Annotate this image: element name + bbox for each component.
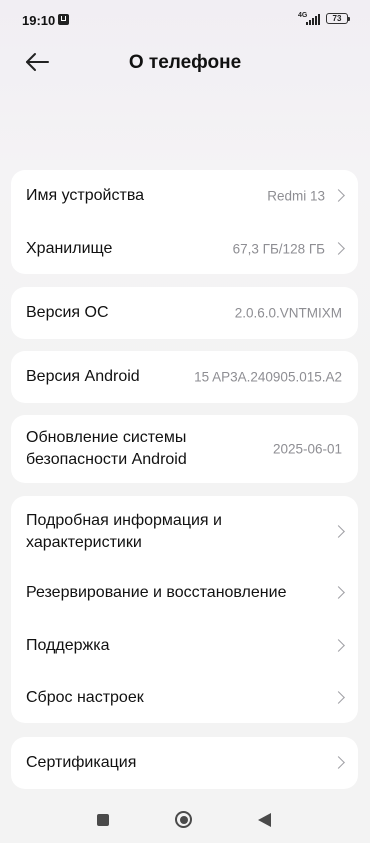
row-label: Имя устройства xyxy=(26,187,145,204)
row-support[interactable]: Поддержка xyxy=(11,620,358,672)
row-value: 67,3 ГБ/128 ГБ xyxy=(232,241,325,257)
row-value: 15 AP3A.240905.015.A2 xyxy=(194,369,342,385)
row-label: Сброс настроек xyxy=(26,689,144,706)
chevron-right-icon xyxy=(332,242,345,255)
page-title: О телефоне xyxy=(128,52,242,73)
row-device-name[interactable]: Имя устройства Redmi 13 xyxy=(11,170,358,222)
row-certification[interactable]: Сертификация xyxy=(11,737,358,789)
row-detailed-info[interactable]: Подробная информация и характеристики xyxy=(11,504,358,560)
row-label: Обновление системы безопасности Android xyxy=(26,429,187,468)
row-security-update[interactable]: Обновление системы безопасности Android … xyxy=(11,415,358,483)
row-os-version[interactable]: Версия ОС 2.0.6.0.VNTMIXM xyxy=(11,287,358,339)
triangle-back-icon[interactable] xyxy=(258,813,271,827)
row-value: Redmi 13 xyxy=(267,188,325,204)
row-label: Сертификация xyxy=(26,754,137,771)
circle-icon[interactable] xyxy=(175,811,192,828)
settings-card-device: Имя устройства Redmi 13 Хранилище 67,3 Г… xyxy=(11,170,358,274)
chevron-right-icon xyxy=(332,691,345,704)
chevron-right-icon xyxy=(332,189,345,202)
row-factory-reset[interactable]: Сброс настроек xyxy=(11,672,358,724)
status-time: 19:10 xyxy=(22,13,56,28)
chevron-right-icon xyxy=(332,756,345,769)
settings-card-certification: Сертификация xyxy=(11,737,358,789)
row-storage[interactable]: Хранилище 67,3 ГБ/128 ГБ xyxy=(11,223,358,275)
settings-card-os: Версия ОС 2.0.6.0.VNTMIXM xyxy=(11,287,358,339)
chevron-right-icon xyxy=(332,639,345,652)
row-value: 2.0.6.0.VNTMIXM xyxy=(234,305,342,321)
row-label: Хранилище xyxy=(26,240,113,257)
row-value: 2025-06-01 xyxy=(272,441,342,457)
navigation-bar xyxy=(0,795,370,843)
settings-card-more: Подробная информация и характеристики Ре… xyxy=(11,496,358,723)
battery-icon: 73 xyxy=(326,13,350,24)
settings-card-security: Обновление системы безопасности Android … xyxy=(11,415,358,483)
row-backup-restore[interactable]: Резервирование и восстановление xyxy=(11,567,358,619)
row-label: Версия ОС xyxy=(26,304,109,321)
chevron-right-icon xyxy=(332,586,345,599)
row-label: Резервирование и восстановление xyxy=(26,584,287,601)
notification-icon xyxy=(58,14,69,25)
square-icon[interactable] xyxy=(97,814,109,826)
chevron-right-icon xyxy=(332,525,345,538)
settings-card-android: Версия Android 15 AP3A.240905.015.A2 xyxy=(11,351,358,403)
row-android-version[interactable]: Версия Android 15 AP3A.240905.015.A2 xyxy=(11,351,358,403)
signal-icon xyxy=(306,14,320,25)
row-label: Поддержка xyxy=(26,637,110,654)
status-bar: 19:10 4G 73 xyxy=(0,0,370,40)
row-label: Подробная информация и характеристики xyxy=(26,512,222,551)
